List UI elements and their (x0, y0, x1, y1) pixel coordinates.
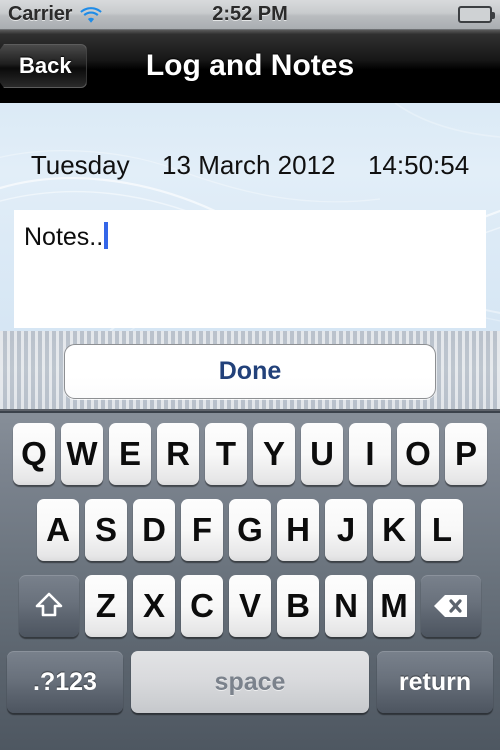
backspace-key[interactable] (421, 575, 481, 637)
log-date: 13 March 2012 (162, 150, 336, 180)
navigation-bar: Back Log and Notes (0, 30, 500, 103)
key-w[interactable]: W (61, 423, 103, 485)
keyboard-row-4: .?123 space return (0, 651, 500, 713)
key-j[interactable]: J (325, 499, 367, 561)
key-a[interactable]: A (37, 499, 79, 561)
key-c[interactable]: C (181, 575, 223, 637)
key-t[interactable]: T (205, 423, 247, 485)
status-bar-left: Carrier (8, 3, 102, 26)
key-o[interactable]: O (397, 423, 439, 485)
log-datetime-row: Tuesday 13 March 2012 14:50:54 (0, 150, 500, 181)
notes-text-value: Notes.. (24, 223, 104, 251)
key-n[interactable]: N (325, 575, 367, 637)
on-screen-keyboard: QWERTYUIOP ASDFGHJKL ZXCVBNM .?123 space… (0, 411, 500, 750)
notes-text-line: Notes.. (24, 218, 476, 252)
key-v[interactable]: V (229, 575, 271, 637)
text-cursor (104, 222, 109, 249)
key-z[interactable]: Z (85, 575, 127, 637)
done-button[interactable]: Done (64, 343, 436, 399)
key-g[interactable]: G (229, 499, 271, 561)
content-area: Tuesday 13 March 2012 14:50:54 Notes.. (0, 103, 500, 331)
status-bar: Carrier 2:52 PM (0, 0, 500, 30)
shift-key[interactable] (19, 575, 79, 637)
key-p[interactable]: P (445, 423, 487, 485)
key-u[interactable]: U (301, 423, 343, 485)
keyboard-row-3: ZXCVBNM (0, 575, 500, 637)
keyboard-top-edge (0, 411, 500, 413)
wifi-icon (80, 6, 102, 23)
log-weekday: Tuesday (30, 150, 130, 180)
key-l[interactable]: L (421, 499, 463, 561)
key-k[interactable]: K (373, 499, 415, 561)
key-e[interactable]: E (109, 423, 151, 485)
return-key[interactable]: return (377, 651, 493, 713)
status-bar-right (458, 6, 495, 23)
key-d[interactable]: D (133, 499, 175, 561)
key-f[interactable]: F (181, 499, 223, 561)
key-q[interactable]: Q (13, 423, 55, 485)
keyboard-row-1: QWERTYUIOP (0, 423, 500, 485)
page-title: Log and Notes (145, 49, 355, 82)
keyboard-accessory-bar: Done (0, 331, 500, 411)
key-m[interactable]: M (373, 575, 415, 637)
key-i[interactable]: I (349, 423, 391, 485)
notes-text-field[interactable]: Notes.. (14, 210, 486, 328)
space-key[interactable]: space (131, 651, 369, 713)
battery-icon (458, 6, 495, 23)
key-x[interactable]: X (133, 575, 175, 637)
shift-arrow-icon (34, 591, 64, 621)
key-b[interactable]: B (277, 575, 319, 637)
clock-label: 2:52 PM (212, 3, 288, 25)
carrier-label: Carrier (8, 3, 73, 25)
log-time: 14:50:54 (367, 150, 470, 180)
iphone-screen: Carrier 2:52 PM Back Log and Notes Tuesd… (0, 0, 500, 750)
done-button-label: Done (218, 356, 282, 385)
backspace-delete-icon (433, 593, 469, 619)
numbers-key[interactable]: .?123 (7, 651, 123, 713)
key-s[interactable]: S (85, 499, 127, 561)
keyboard-row-3-letters: ZXCVBNM (85, 575, 415, 637)
keyboard-row-2: ASDFGHJKL (0, 499, 500, 561)
key-y[interactable]: Y (253, 423, 295, 485)
key-r[interactable]: R (157, 423, 199, 485)
key-h[interactable]: H (277, 499, 319, 561)
